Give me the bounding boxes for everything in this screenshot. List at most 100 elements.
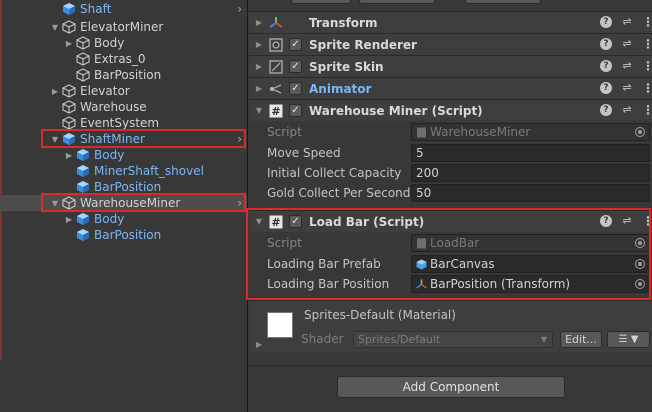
hierarchy-item[interactable]: ▼ ElevatorMiner <box>0 19 247 35</box>
list-icon: ☰ <box>618 334 628 345</box>
help-icon[interactable]: ? <box>600 215 612 227</box>
hierarchy-item[interactable]: MinerShaft_shovel <box>0 163 247 179</box>
collapse-arrow-icon[interactable]: ▶ <box>64 38 74 48</box>
more-icon[interactable]: ⋮ <box>642 38 652 50</box>
preset-icon[interactable]: ⇌ <box>621 38 633 50</box>
preset-icon[interactable]: ⇌ <box>621 82 633 94</box>
hierarchy-item[interactable]: ▼ WarehouseMiner › <box>0 195 247 211</box>
component-warehouse-miner[interactable]: ▼ # ✓ Warehouse Miner (Script) ? ⇌ ⋮ <box>249 99 652 121</box>
component-transform[interactable]: ▶ Transform ? ⇌ ⋮ <box>249 11 652 33</box>
sprite-skin-icon <box>268 59 284 75</box>
animator-icon <box>268 81 284 97</box>
prefab-cube-icon <box>77 229 89 241</box>
component-sprite-skin[interactable]: ▶ ✓ Sprite Skin ? ⇌ ⋮ <box>249 55 652 77</box>
chevron-down-icon: ▼ <box>540 335 547 344</box>
enabled-checkbox[interactable]: ✓ <box>289 215 302 228</box>
inspector-panel: ▶ Transform ? ⇌ ⋮ ▶ ✓ Sprite Renderer ? … <box>246 0 652 412</box>
hierarchy-item[interactable]: ▶ Elevator <box>0 83 247 99</box>
loading-bar-prefab-field[interactable]: BarCanvas <box>411 255 650 273</box>
help-icon[interactable]: ? <box>600 82 612 94</box>
hierarchy-item[interactable]: Shaft › <box>0 1 247 17</box>
svg-text:#: # <box>271 105 280 118</box>
more-icon[interactable]: ⋮ <box>642 104 652 116</box>
more-icon[interactable]: ⋮ <box>642 215 652 227</box>
hierarchy-item-label: ElevatorMiner <box>80 20 164 34</box>
object-picker-icon[interactable] <box>635 127 645 137</box>
gameobject-cube-icon <box>62 116 76 130</box>
prefab-cube-icon <box>77 213 89 225</box>
help-icon[interactable]: ? <box>600 38 612 50</box>
move-speed-input[interactable]: 5 <box>411 144 650 162</box>
expand-arrow-icon[interactable]: ▶ <box>253 40 265 49</box>
gold-per-second-input[interactable]: 50 <box>411 184 650 202</box>
script-file-icon <box>417 127 426 137</box>
transform-icon <box>268 15 284 31</box>
preset-icon[interactable]: ⇌ <box>621 16 633 28</box>
enabled-checkbox[interactable]: ✓ <box>289 38 302 51</box>
chevron-right-icon[interactable]: › <box>237 132 242 146</box>
hierarchy-item-label: WarehouseMiner <box>80 196 181 210</box>
script-field: WarehouseMiner <box>411 123 650 141</box>
more-icon[interactable]: ⋮ <box>642 60 652 72</box>
help-icon[interactable]: ? <box>600 60 612 72</box>
material-section: Sprites-Default (Material) Shader Sprite… <box>249 300 652 352</box>
enabled-checkbox[interactable]: ✓ <box>289 82 302 95</box>
material-preview[interactable] <box>267 312 293 338</box>
preset-icon[interactable]: ⇌ <box>621 104 633 116</box>
gameobject-cube-icon <box>76 36 90 50</box>
expand-arrow-icon[interactable]: ▶ <box>253 62 265 71</box>
expand-arrow-icon[interactable]: ▶ <box>253 84 265 93</box>
hierarchy-item-label: BarPosition <box>94 180 162 194</box>
hierarchy-item[interactable]: ▶ Body <box>0 35 247 51</box>
component-sprite-renderer[interactable]: ▶ ✓ Sprite Renderer ? ⇌ ⋮ <box>249 33 652 55</box>
more-icon[interactable]: ⋮ <box>642 82 652 94</box>
overrides-dropdown[interactable] <box>291 0 351 4</box>
initial-capacity-input[interactable]: 200 <box>411 164 650 182</box>
collapse-arrow-icon[interactable]: ▶ <box>50 86 60 96</box>
preset-icon[interactable]: ⇌ <box>621 215 633 227</box>
help-icon[interactable]: ? <box>600 16 612 28</box>
shader-dropdown[interactable]: Sprites/Default ▼ <box>353 331 553 348</box>
prefab-cube-icon <box>63 133 75 145</box>
preset-icon[interactable]: ⇌ <box>621 60 633 72</box>
add-component-button[interactable]: Add Component <box>337 376 565 398</box>
object-picker-icon[interactable] <box>635 259 645 269</box>
collapse-arrow-icon[interactable]: ▼ <box>253 106 265 115</box>
collapse-arrow-icon[interactable]: ▶ <box>64 214 74 224</box>
expand-arrow-icon[interactable]: ▼ <box>50 134 60 144</box>
enabled-checkbox[interactable]: ✓ <box>289 104 302 117</box>
more-icon[interactable]: ⋮ <box>642 16 652 28</box>
hierarchy-item[interactable]: ▶ Body <box>0 147 247 163</box>
hierarchy-item[interactable]: EventSystem <box>0 115 247 131</box>
hierarchy-item[interactable]: ▼ ShaftMiner › <box>0 131 247 147</box>
object-picker-icon[interactable] <box>635 238 645 248</box>
hierarchy-item[interactable]: Extras_0 <box>0 51 247 67</box>
hierarchy-item[interactable]: ▶ Body <box>0 211 247 227</box>
script-file-icon <box>417 238 426 248</box>
collapse-arrow-icon[interactable]: ▼ <box>253 217 265 226</box>
component-load-bar[interactable]: ▼ # ✓ Load Bar (Script) ? ⇌ ⋮ <box>249 210 652 232</box>
help-icon[interactable]: ? <box>600 104 612 116</box>
hierarchy-item[interactable]: BarPosition <box>0 227 247 243</box>
component-animator[interactable]: ▶ ✓ Animator ? ⇌ ⋮ <box>249 77 652 99</box>
edit-shader-button[interactable]: Edit... <box>560 331 602 348</box>
object-picker-icon[interactable] <box>635 279 645 289</box>
enabled-checkbox[interactable]: ✓ <box>289 60 302 73</box>
hierarchy-item[interactable]: Warehouse <box>0 99 247 115</box>
chevron-right-icon[interactable]: › <box>237 196 242 210</box>
open-button[interactable] <box>465 0 541 4</box>
loading-bar-position-field[interactable]: BarPosition (Transform) <box>411 275 650 293</box>
collapse-arrow-icon[interactable]: ▶ <box>64 150 74 160</box>
select-button[interactable] <box>359 0 435 4</box>
expand-arrow-icon[interactable]: ▼ <box>50 22 60 32</box>
shader-options-button[interactable]: ☰ ▼ <box>607 331 650 348</box>
expand-arrow-icon[interactable]: ▶ <box>253 18 265 27</box>
chevron-right-icon[interactable]: › <box>237 2 242 16</box>
hierarchy-item[interactable]: BarPosition <box>0 179 247 195</box>
hierarchy-item[interactable]: BarPosition <box>0 67 247 83</box>
expand-arrow-icon[interactable]: ▶ <box>256 340 262 349</box>
property-label: Loading Bar Position <box>267 277 390 291</box>
property-label: Loading Bar Prefab <box>267 257 381 271</box>
expand-arrow-icon[interactable]: ▼ <box>50 198 60 208</box>
